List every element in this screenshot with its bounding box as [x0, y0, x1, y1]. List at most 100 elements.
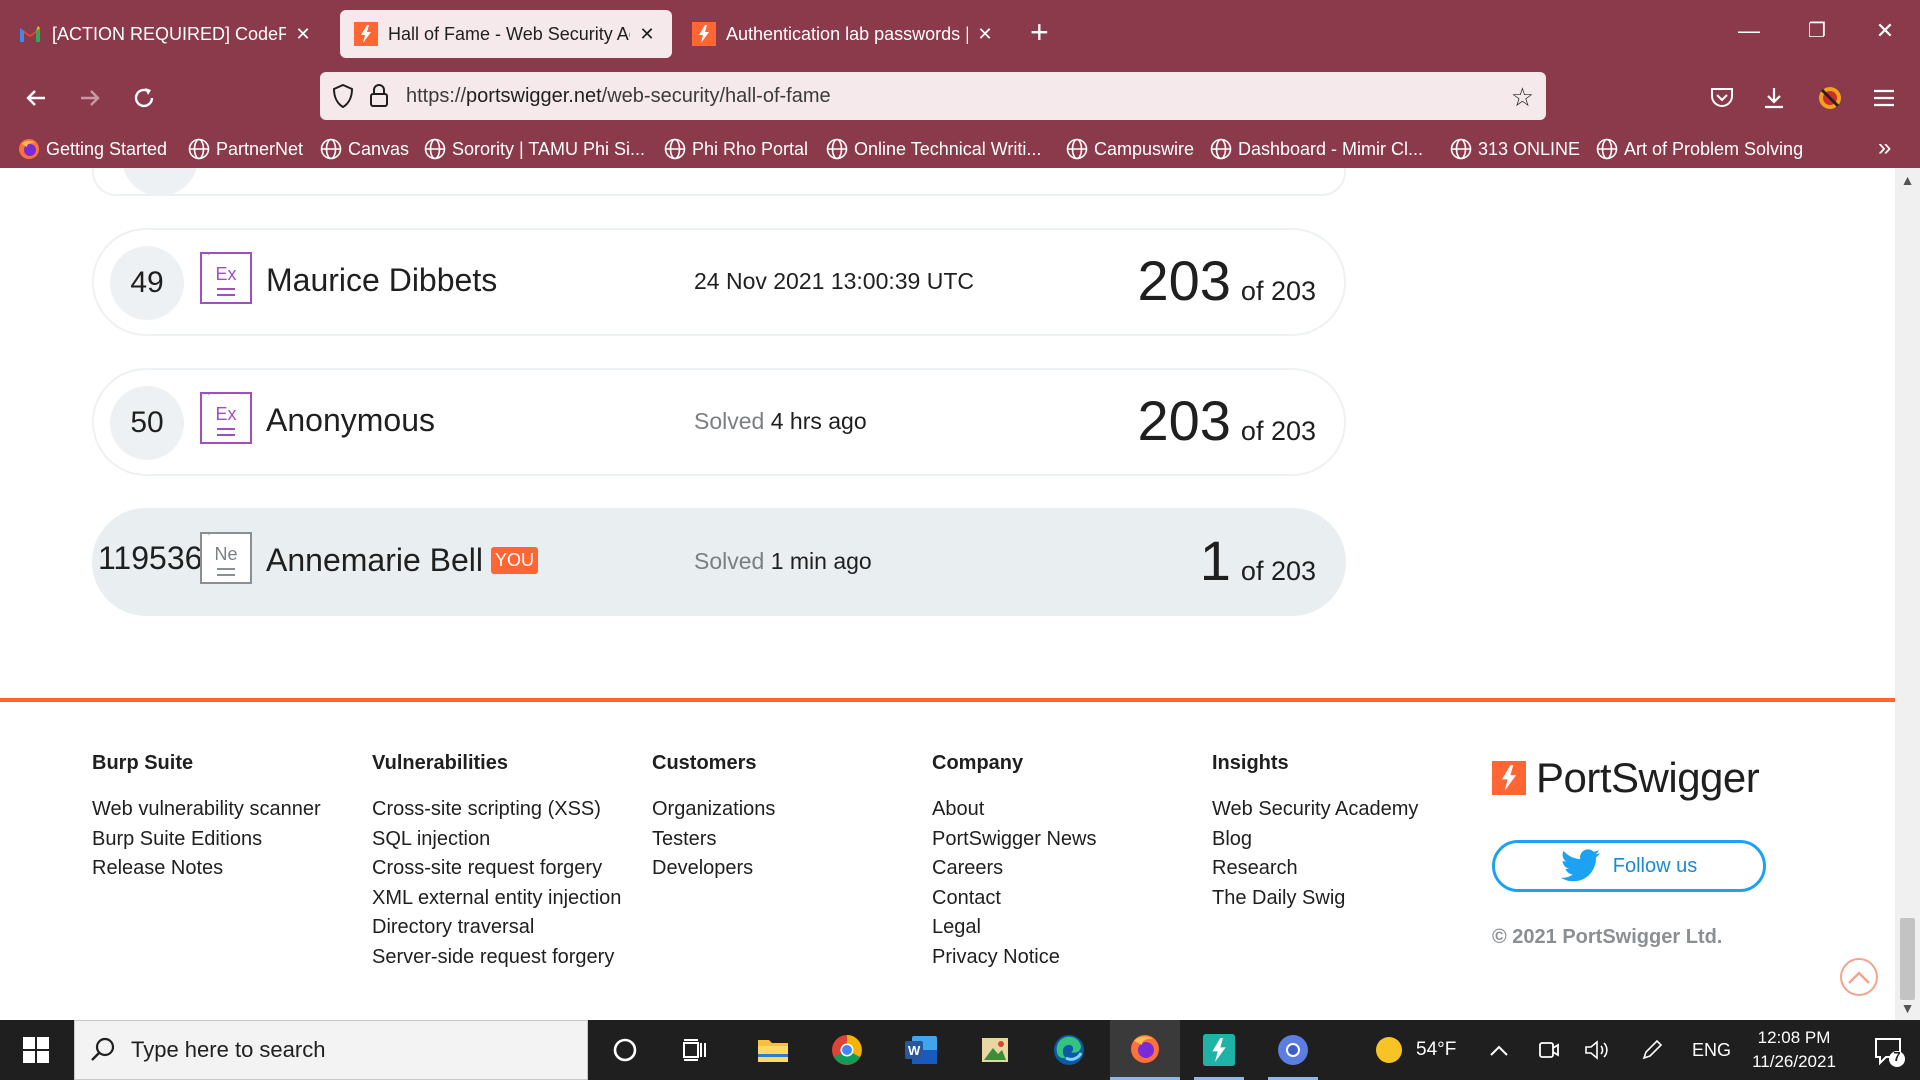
footer-link[interactable]: Web vulnerability scanner — [92, 795, 321, 825]
page-scrollbar[interactable]: ▲ ▼ — [1895, 168, 1920, 1020]
bookmark-campuswire[interactable]: Campuswire — [1066, 138, 1194, 160]
globe-icon — [1210, 138, 1232, 160]
portswigger-logo[interactable]: PortSwigger — [1492, 754, 1760, 802]
bookmark-star-icon[interactable]: ☆ — [1511, 82, 1534, 113]
tab-authentication-lab[interactable]: Authentication lab passwords | ✕ — [678, 10, 1010, 58]
footer-link[interactable]: The Daily Swig — [1212, 884, 1418, 914]
footer-link[interactable]: Cross-site scripting (XSS) — [372, 795, 621, 825]
app-icon[interactable] — [960, 1020, 1030, 1080]
language-indicator[interactable]: ENG — [1692, 1020, 1731, 1080]
notification-count: 7 — [1893, 1049, 1901, 1064]
page-viewport: 49 ' Ex Maurice Dibbets 24 Nov 2021 13:0… — [0, 168, 1895, 1020]
footer-link[interactable]: PortSwigger News — [932, 825, 1097, 855]
close-window-icon[interactable]: ✕ — [1870, 18, 1900, 44]
tab-gmail[interactable]: [ACTION REQUIRED] CodePath ✕ — [4, 10, 328, 58]
browser-tab-strip: [ACTION REQUIRED] CodePath ✕ Hall of Fam… — [0, 0, 1920, 66]
footer-link[interactable]: Server-side request forgery — [372, 943, 621, 973]
minimize-icon[interactable]: — — [1734, 18, 1764, 44]
footer-link[interactable]: Organizations — [652, 795, 775, 825]
bookmark-canvas[interactable]: Canvas — [320, 138, 409, 160]
footer-link[interactable]: Contact — [932, 884, 1097, 914]
footer-link[interactable]: Blog — [1212, 825, 1418, 855]
download-icon[interactable] — [1758, 82, 1790, 114]
tab-hall-of-fame[interactable]: Hall of Fame - Web Security Aca ✕ — [340, 10, 672, 58]
follow-us-twitter-button[interactable]: Follow us — [1492, 840, 1766, 892]
system-clock[interactable]: 12:08 PM 11/26/2021 — [1734, 1026, 1854, 1074]
footer-link[interactable]: Directory traversal — [372, 913, 621, 943]
shield-icon[interactable] — [330, 83, 356, 109]
footer-link[interactable]: Legal — [932, 913, 1097, 943]
footer-link[interactable]: Research — [1212, 854, 1418, 884]
word-icon[interactable]: W — [886, 1020, 956, 1080]
bookmark-313-online[interactable]: 313 ONLINE — [1450, 138, 1580, 160]
player-name[interactable]: Anonymous — [266, 402, 435, 439]
windows-start-icon[interactable] — [0, 1020, 72, 1080]
footer-link[interactable]: Web Security Academy — [1212, 795, 1418, 825]
back-arrow-icon[interactable] — [20, 82, 52, 114]
footer-heading: Vulnerabilities — [372, 752, 508, 774]
close-tab-icon[interactable]: ✕ — [292, 24, 314, 45]
novice-badge-icon: ' Ne — [200, 532, 252, 584]
footer-column-company: Company About PortSwigger News Careers C… — [932, 752, 1097, 972]
browser-toolbar: https://portswigger.net/web-security/hal… — [0, 66, 1920, 130]
cortana-icon[interactable] — [590, 1020, 660, 1080]
extension-icon[interactable] — [1814, 82, 1846, 114]
bookmark-dashboard-mimir[interactable]: Dashboard - Mimir Cl... — [1210, 138, 1423, 160]
show-hidden-icons-chevron-icon[interactable] — [1490, 1020, 1508, 1080]
player-name[interactable]: Annemarie Bell YOU — [266, 542, 539, 579]
chrome-profile-icon[interactable] — [1258, 1020, 1328, 1080]
windows-taskbar: Type here to search W 54°F ENG 12:08 PM … — [0, 1020, 1920, 1080]
bookmark-phi-rho-portal[interactable]: Phi Rho Portal — [664, 138, 808, 160]
menu-icon[interactable] — [1868, 82, 1900, 114]
lock-icon[interactable] — [366, 83, 392, 109]
scrollbar-thumb[interactable] — [1900, 918, 1915, 1000]
address-bar[interactable]: https://portswigger.net/web-security/hal… — [320, 72, 1546, 120]
pocket-icon[interactable] — [1706, 82, 1738, 114]
footer-link[interactable]: Developers — [652, 854, 775, 884]
gmail-icon — [18, 22, 42, 46]
more-bookmarks-chevron-icon[interactable]: » — [1878, 134, 1891, 162]
file-explorer-icon[interactable] — [738, 1020, 808, 1080]
globe-icon — [826, 138, 848, 160]
solved-time: Solved 1 min ago — [694, 548, 872, 574]
bookmark-getting-started[interactable]: Getting Started — [18, 138, 167, 160]
forward-arrow-icon[interactable] — [74, 82, 106, 114]
bookmark-online-technical-writing[interactable]: Online Technical Writi... — [826, 138, 1041, 160]
footer-link[interactable]: Cross-site request forgery — [372, 854, 621, 884]
reload-icon[interactable] — [128, 82, 160, 114]
volume-icon[interactable] — [1584, 1020, 1610, 1080]
bookmark-art-of-problem-solving[interactable]: Art of Problem Solving — [1596, 138, 1803, 160]
task-view-icon[interactable] — [660, 1020, 730, 1080]
footer-link[interactable]: Careers — [932, 854, 1097, 884]
footer-link[interactable]: SQL injection — [372, 825, 621, 855]
pen-icon[interactable] — [1640, 1020, 1664, 1080]
player-name[interactable]: Maurice Dibbets — [266, 262, 497, 299]
footer-link[interactable]: Privacy Notice — [932, 943, 1097, 973]
solved-time: Solved 4 hrs ago — [694, 408, 867, 434]
firefox-taskbar-icon[interactable] — [1110, 1020, 1180, 1080]
new-tab-button[interactable]: + — [1030, 16, 1049, 48]
close-tab-icon[interactable]: ✕ — [636, 24, 658, 45]
footer-link[interactable]: Testers — [652, 825, 775, 855]
footer-link[interactable]: Burp Suite Editions — [92, 825, 321, 855]
bookmark-partnernet[interactable]: PartnerNet — [188, 138, 303, 160]
tab-label: [ACTION REQUIRED] CodePath — [52, 23, 286, 44]
edge-icon[interactable] — [1034, 1020, 1104, 1080]
bookmark-sorority[interactable]: Sorority | TAMU Phi Si... — [424, 138, 645, 160]
back-to-top-icon[interactable] — [1840, 958, 1878, 996]
you-badge: YOU — [491, 547, 539, 574]
footer-link[interactable]: Release Notes — [92, 854, 321, 884]
meet-now-icon[interactable] — [1538, 1020, 1560, 1080]
weather-widget[interactable]: 54°F — [1374, 1020, 1456, 1080]
notifications-icon[interactable]: 7 — [1872, 1034, 1906, 1068]
taskbar-search-input[interactable]: Type here to search — [74, 1020, 588, 1080]
scroll-down-arrow-icon[interactable]: ▼ — [1895, 1000, 1920, 1016]
restore-icon[interactable]: ❐ — [1802, 18, 1832, 43]
footer-link[interactable]: XML external entity injection — [372, 884, 621, 914]
chrome-icon[interactable] — [812, 1020, 882, 1080]
footer-link[interactable]: About — [932, 795, 1097, 825]
portswigger-taskbar-icon[interactable] — [1184, 1020, 1254, 1080]
solved-count: 1 of 203 — [1199, 529, 1316, 592]
scroll-up-arrow-icon[interactable]: ▲ — [1895, 172, 1920, 188]
close-tab-icon[interactable]: ✕ — [974, 24, 996, 45]
